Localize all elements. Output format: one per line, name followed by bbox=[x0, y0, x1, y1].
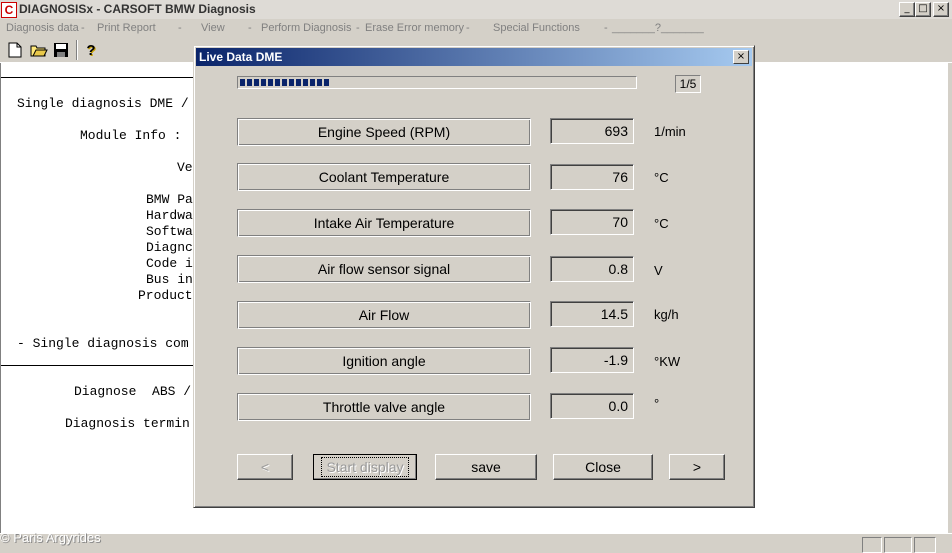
next-page-button[interactable]: > bbox=[669, 454, 725, 480]
menu-help[interactable]: _______?_______ bbox=[612, 22, 704, 34]
report-line: Single diagnosis DME / bbox=[17, 96, 189, 111]
menu-diagnosis-data[interactable]: Diagnosis data bbox=[6, 22, 79, 34]
menu-separator: - bbox=[248, 22, 252, 34]
menu-view[interactable]: View bbox=[201, 22, 225, 34]
new-document-icon[interactable] bbox=[6, 41, 24, 59]
report-line: Bus in bbox=[146, 272, 193, 287]
param-label-coolant-temperature: Coolant Temperature bbox=[237, 163, 531, 191]
close-button[interactable]: Close bbox=[553, 454, 653, 480]
param-unit: kg/h bbox=[654, 307, 679, 322]
param-value-engine-speed: 693 bbox=[550, 118, 634, 144]
param-unit: °KW bbox=[654, 354, 681, 369]
scrollbar-edge bbox=[948, 63, 952, 533]
report-line: Diagnc bbox=[146, 240, 193, 255]
param-value-throttle-valve-angle: 0.0 bbox=[550, 393, 634, 419]
report-line: BMW Pa bbox=[146, 192, 193, 207]
dialog-close-icon[interactable]: × bbox=[733, 50, 749, 64]
param-value-air-flow: 14.5 bbox=[550, 301, 634, 327]
report-line: Hardwa bbox=[146, 208, 193, 223]
divider bbox=[1, 365, 195, 366]
report-line: Ve bbox=[177, 160, 193, 175]
toolbar-separator bbox=[76, 40, 78, 60]
param-value-intake-air-temperature: 70 bbox=[550, 209, 634, 235]
main-title-bar: C DIAGNOSISx - CARSOFT BMW Diagnosis _ □… bbox=[0, 0, 952, 20]
status-panel bbox=[914, 537, 936, 553]
report-line: Module Info : bbox=[80, 128, 182, 143]
param-value-ignition-angle: -1.9 bbox=[550, 347, 634, 373]
menu-print-report[interactable]: Print Report bbox=[97, 22, 156, 34]
menu-separator: - bbox=[81, 22, 85, 34]
minimize-button[interactable]: _ bbox=[899, 2, 915, 17]
window-title: DIAGNOSISx - CARSOFT BMW Diagnosis bbox=[19, 2, 256, 16]
report-line: Code i bbox=[146, 256, 193, 271]
param-label-intake-air-temperature: Intake Air Temperature bbox=[237, 209, 531, 237]
divider bbox=[1, 77, 195, 78]
menu-separator: - bbox=[178, 22, 182, 34]
dialog-title-bar: Live Data DME × bbox=[196, 48, 752, 66]
help-icon[interactable]: ? bbox=[82, 41, 100, 59]
menu-bar: Diagnosis data - Print Report - View - P… bbox=[0, 19, 952, 38]
maximize-button[interactable]: □ bbox=[915, 2, 931, 17]
param-label-air-flow-sensor-signal: Air flow sensor signal bbox=[237, 255, 531, 283]
report-line: Diagnosis termin bbox=[65, 416, 190, 431]
report-line: - Single diagnosis com bbox=[17, 336, 189, 351]
progress-bar bbox=[237, 76, 637, 89]
param-value-coolant-temperature: 76 bbox=[550, 164, 634, 190]
dialog-title: Live Data DME bbox=[199, 50, 283, 64]
menu-special-functions[interactable]: Special Functions bbox=[493, 22, 580, 34]
menu-erase-error-memory[interactable]: Erase Error memory bbox=[365, 22, 464, 34]
copyright-watermark: © Paris Argyrides bbox=[0, 530, 101, 545]
param-unit: °C bbox=[654, 170, 669, 185]
status-panel bbox=[884, 537, 912, 553]
start-display-button[interactable]: Start display bbox=[313, 454, 417, 480]
previous-page-button[interactable]: < bbox=[237, 454, 293, 480]
carsoft-app-icon: C bbox=[1, 2, 17, 18]
save-disk-icon[interactable] bbox=[52, 41, 70, 59]
param-label-air-flow: Air Flow bbox=[237, 301, 531, 329]
live-data-dialog: Live Data DME × 1/5 Engine Speed (RPM) 6… bbox=[193, 45, 755, 508]
param-label-ignition-angle: Ignition angle bbox=[237, 347, 531, 375]
report-line: Product bbox=[138, 288, 193, 303]
save-button[interactable]: save bbox=[435, 454, 537, 480]
menu-separator: - bbox=[356, 22, 360, 34]
param-unit: 1/min bbox=[654, 124, 686, 139]
page-indicator: 1/5 bbox=[675, 75, 701, 93]
report-line: Diagnose ABS / bbox=[74, 384, 192, 399]
param-unit: V bbox=[654, 263, 663, 278]
param-label-engine-speed: Engine Speed (RPM) bbox=[237, 118, 531, 146]
param-unit: °C bbox=[654, 216, 669, 231]
open-folder-icon[interactable] bbox=[30, 41, 48, 59]
param-label-throttle-valve-angle: Throttle valve angle bbox=[237, 393, 531, 421]
close-window-button[interactable]: × bbox=[933, 2, 949, 17]
menu-perform-diagnosis[interactable]: Perform Diagnosis bbox=[261, 22, 351, 34]
status-bar: © Paris Argyrides bbox=[0, 530, 952, 553]
menu-separator: - bbox=[466, 22, 470, 34]
progress-fill bbox=[240, 79, 331, 86]
param-value-air-flow-sensor-signal: 0.8 bbox=[550, 256, 634, 282]
report-line: Softwa bbox=[146, 224, 193, 239]
param-unit: ° bbox=[654, 396, 660, 411]
menu-separator: - bbox=[604, 22, 608, 34]
status-panel bbox=[862, 537, 882, 553]
